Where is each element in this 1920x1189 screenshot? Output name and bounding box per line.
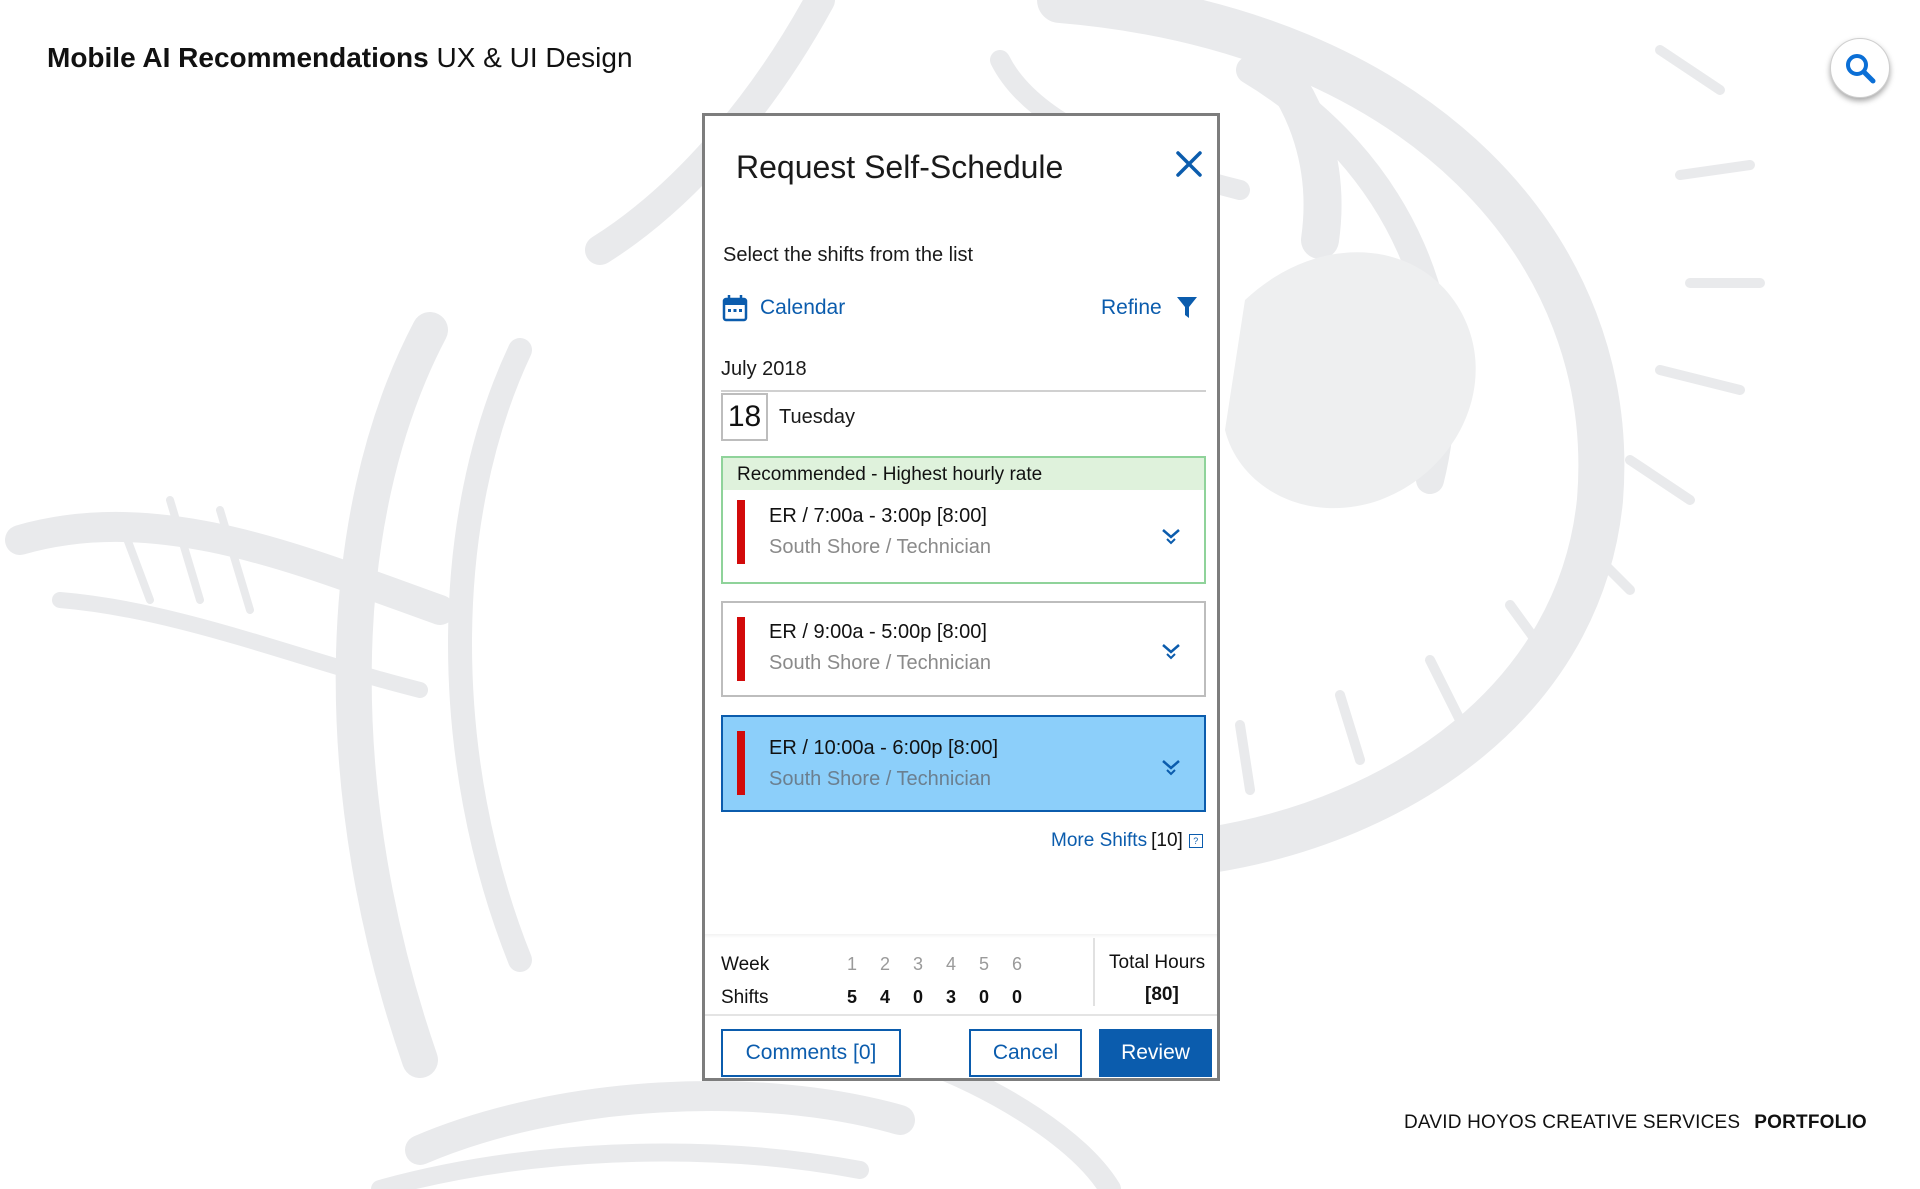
shifts-label: Shifts: [721, 987, 769, 1008]
summary-divider: [705, 934, 1217, 938]
shift-time: ER / 10:00a - 6:00p [8:00]: [769, 737, 999, 759]
week-number: 2: [879, 954, 890, 974]
day-name: Tuesday: [779, 406, 855, 428]
month-divider: [721, 390, 1206, 392]
page-heading-bold: Mobile AI Recommendations: [47, 42, 429, 73]
shift-count: 0: [1011, 987, 1022, 1007]
week-number: 4: [945, 954, 956, 974]
shift-count: 3: [945, 987, 956, 1007]
refine-label: Refine: [1101, 296, 1162, 319]
refine-link[interactable]: Refine: [1101, 296, 1198, 320]
total-hours-value: [80]: [1145, 984, 1179, 1005]
dialog-title: Request Self-Schedule: [736, 149, 1064, 185]
week-label: Week: [721, 954, 770, 975]
self-schedule-dialog: Request Self-Schedule Select the shifts …: [702, 113, 1220, 1081]
review-button[interactable]: Review: [1099, 1029, 1212, 1077]
calendar-link[interactable]: Calendar: [722, 294, 845, 322]
search-button[interactable]: [1830, 38, 1890, 98]
filter-icon: [1176, 297, 1197, 318]
calendar-icon: [722, 295, 748, 322]
shift-location: South Shore / Technician: [769, 652, 992, 674]
week-number: 6: [1011, 954, 1022, 974]
instruction-text: Select the shifts from the list: [723, 244, 974, 266]
page-heading-rest: UX & UI Design: [428, 42, 633, 73]
footer-portfolio: PORTFOLIO: [1754, 1112, 1867, 1133]
shift-count: 0: [978, 987, 989, 1007]
summary-vertical-divider: [1093, 938, 1095, 1006]
total-hours-label: Total Hours: [1109, 952, 1206, 973]
shift-count: 4: [879, 987, 890, 1007]
shift-location: South Shore / Technician: [769, 768, 992, 790]
chevron-down-icon[interactable]: [1160, 526, 1182, 546]
cancel-button[interactable]: Cancel: [969, 1029, 1082, 1077]
week-number: 1: [846, 954, 857, 974]
search-icon: [1846, 54, 1876, 84]
day-number: 18: [721, 393, 768, 441]
help-icon[interactable]: ?: [1188, 834, 1203, 848]
shift-time: ER / 9:00a - 5:00p [8:00]: [769, 621, 987, 643]
shift-card[interactable]: ER / 9:00a - 5:00p [8:00] South Shore / …: [721, 601, 1206, 697]
footer-company: DAVID HOYOS CREATIVE SERVICES: [1404, 1112, 1741, 1133]
chevron-down-icon[interactable]: [1160, 641, 1182, 661]
calendar-label: Calendar: [760, 296, 846, 319]
shift-marker: [737, 731, 745, 795]
close-icon[interactable]: [1174, 149, 1204, 179]
shift-card-selected[interactable]: ER / 10:00a - 6:00p [8:00] South Shore /…: [721, 715, 1206, 812]
chevron-down-icon[interactable]: [1160, 757, 1182, 777]
week-number: 5: [978, 954, 989, 974]
shift-time: ER / 7:00a - 3:00p [8:00]: [769, 505, 987, 527]
shift-marker: [737, 617, 745, 681]
week-number: 3: [912, 954, 923, 974]
more-shifts-link[interactable]: More Shifts [10] ?: [1051, 830, 1203, 852]
shift-location: South Shore / Technician: [769, 536, 992, 558]
recommended-label: Recommended - Highest hourly rate: [723, 458, 1204, 492]
footer-credit: DAVID HOYOS CREATIVE SERVICES PORTFOLIO: [1404, 1112, 1867, 1134]
comments-button[interactable]: Comments [0]: [721, 1029, 901, 1077]
month-label: July 2018: [721, 358, 807, 380]
shift-card[interactable]: ER / 7:00a - 3:00p [8:00] South Shore / …: [723, 490, 1204, 582]
shift-count: 0: [912, 987, 923, 1007]
more-shifts-count: [10]: [1151, 830, 1183, 851]
shift-count: 5: [846, 987, 857, 1007]
shift-marker: [737, 500, 745, 564]
page-heading: Mobile AI Recommendations UX & UI Design: [47, 42, 633, 74]
more-shifts-label: More Shifts: [1051, 830, 1148, 851]
actions-divider: [705, 1014, 1217, 1016]
